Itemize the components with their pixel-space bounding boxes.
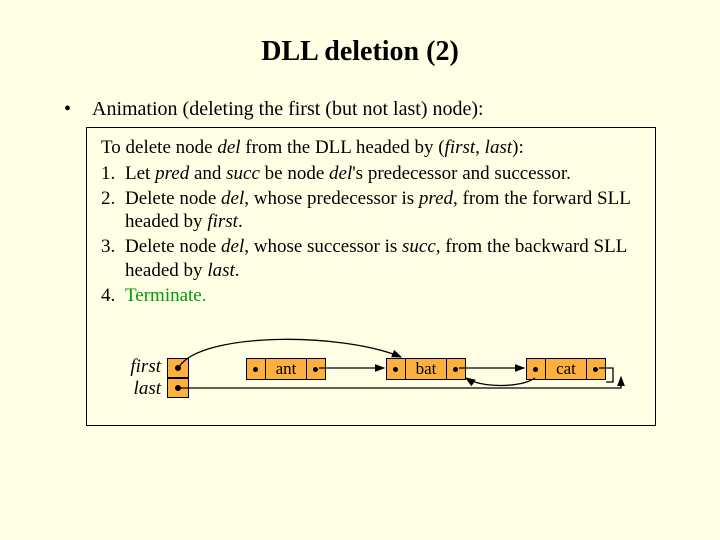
bullet-dot-icon: • xyxy=(64,98,92,121)
algorithm-box: To delete node del from the DLL headed b… xyxy=(86,127,656,426)
step-3: 3. Delete node del, whose successor is s… xyxy=(101,235,645,284)
bullet-text: Animation (deleting the first (but not l… xyxy=(92,98,484,121)
algorithm-head: To delete node del from the DLL headed b… xyxy=(101,136,645,160)
linked-list-diagram: first last ant bat xyxy=(101,322,661,407)
step-2: 2. Delete node del, whose predecessor is… xyxy=(101,187,645,236)
arrows-icon xyxy=(101,322,661,407)
main-bullet: • Animation (deleting the first (but not… xyxy=(64,98,656,121)
step-1: 1. Let pred and succ be node del's prede… xyxy=(101,162,645,187)
step-4: 4. Terminate. xyxy=(101,284,645,309)
slide-title: DLL deletion (2) xyxy=(0,0,720,68)
